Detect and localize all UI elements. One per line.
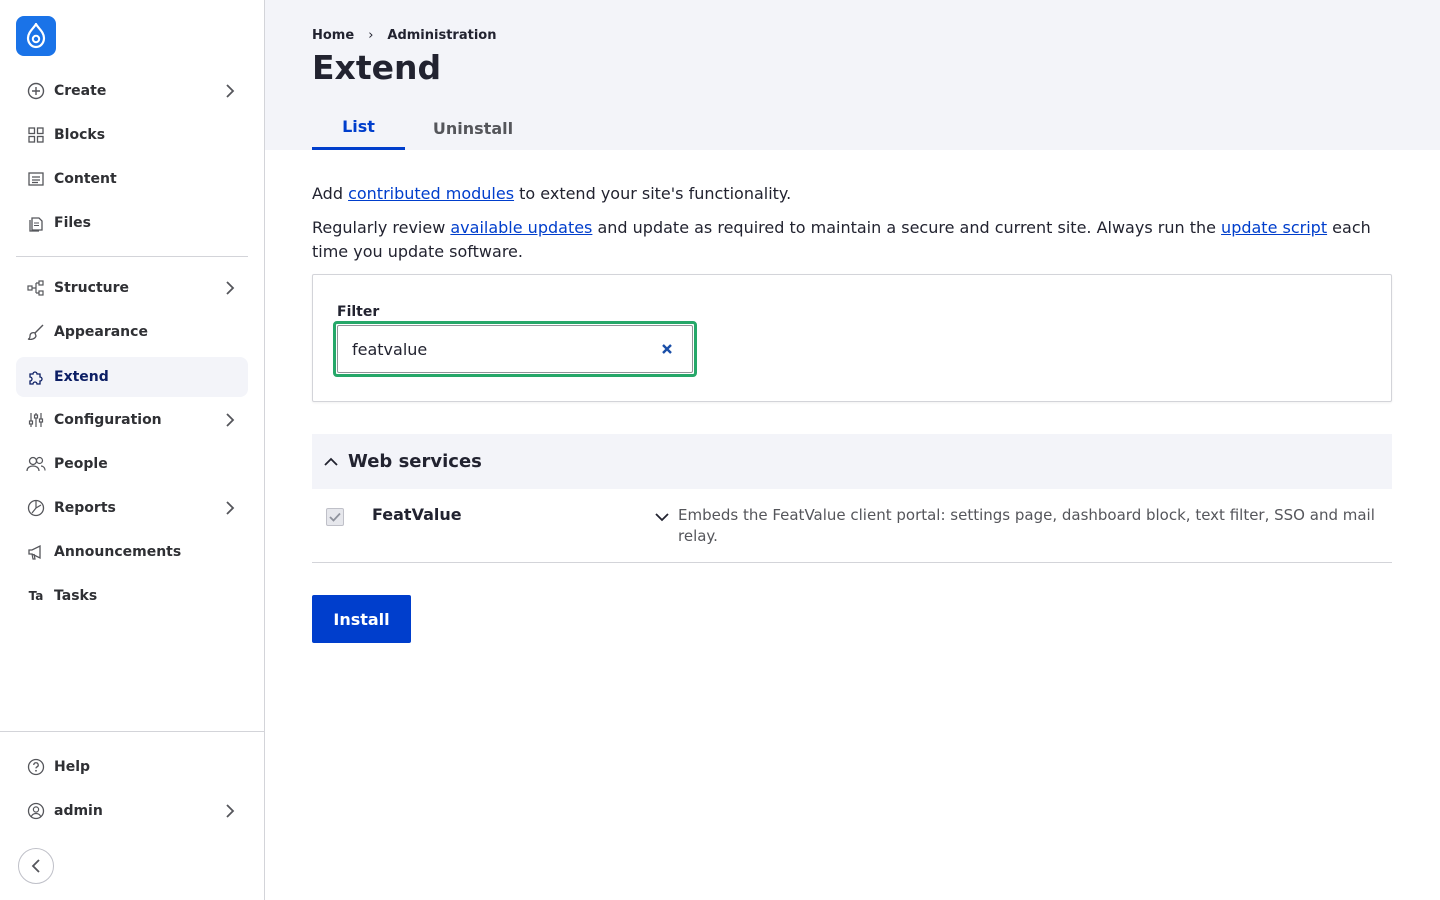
chevron-down-icon xyxy=(655,513,669,522)
available-updates-link[interactable]: available updates xyxy=(450,218,592,237)
sidebar-item-reports[interactable]: Reports xyxy=(16,488,248,528)
filter-focus-ring xyxy=(333,321,697,377)
module-checkbox[interactable] xyxy=(326,508,344,526)
sidebar-item-label: Create xyxy=(54,83,107,99)
page-title: Extend xyxy=(312,48,442,87)
close-icon xyxy=(662,344,672,354)
sidebar-item-label: Announcements xyxy=(54,544,182,560)
sidebar-divider xyxy=(16,256,248,257)
sidebar-item-configuration[interactable]: Configuration xyxy=(16,400,248,440)
breadcrumb-home[interactable]: Home xyxy=(312,28,354,43)
breadcrumb-separator: › xyxy=(368,28,374,43)
filter-label: Filter xyxy=(337,304,380,320)
chevron-right-icon xyxy=(222,500,238,516)
sidebar-item-label: Blocks xyxy=(54,127,106,143)
breadcrumb-administration[interactable]: Administration xyxy=(387,28,496,43)
drupal-logo[interactable] xyxy=(16,16,56,56)
sidebar-divider xyxy=(0,731,265,732)
checkmark-icon xyxy=(329,512,341,522)
grid-icon xyxy=(26,125,46,145)
collapse-sidebar-button[interactable] xyxy=(18,848,54,884)
breadcrumb: Home › Administration xyxy=(312,28,496,43)
sidebar: Create Blocks Content Files Structure Ap… xyxy=(0,0,265,900)
filter-input[interactable] xyxy=(337,325,693,373)
module-group-web-services: Web services FeatValue Embeds the FeatVa… xyxy=(312,434,1392,563)
sidebar-item-label: Appearance xyxy=(54,324,148,340)
sidebar-item-create[interactable]: Create xyxy=(16,71,248,111)
chart-icon xyxy=(26,498,46,518)
chevron-right-icon xyxy=(222,412,238,428)
drupal-drop-icon xyxy=(26,23,46,49)
description-toggle[interactable] xyxy=(654,509,670,525)
sidebar-item-tasks[interactable]: Ta Tasks xyxy=(16,576,248,616)
document-lines-icon xyxy=(26,169,46,189)
sidebar-item-admin[interactable]: admin xyxy=(16,791,248,831)
intro-contributed: Add contributed modules to extend your s… xyxy=(312,182,1392,206)
group-title: Web services xyxy=(348,451,482,472)
sidebar-item-content[interactable]: Content xyxy=(16,159,248,199)
intro-text: Add xyxy=(312,184,349,203)
sidebar-item-label: Help xyxy=(54,759,91,775)
page-header: Home › Administration Extend List Uninst… xyxy=(265,0,1440,150)
module-description: Embeds the FeatValue client portal: sett… xyxy=(678,506,1375,545)
clear-filter-button[interactable] xyxy=(656,338,678,360)
sidebar-item-label: Extend xyxy=(54,369,109,385)
sidebar-item-label: Structure xyxy=(54,280,130,296)
sidebar-item-people[interactable]: People xyxy=(16,444,248,484)
intro-updates: Regularly review available updates and u… xyxy=(312,216,1392,264)
sidebar-item-files[interactable]: Files xyxy=(16,203,248,243)
chevron-right-icon xyxy=(222,83,238,99)
sidebar-item-label: admin xyxy=(54,803,103,819)
sidebar-item-extend[interactable]: Extend xyxy=(16,357,248,397)
user-icon xyxy=(26,801,46,821)
people-icon xyxy=(26,454,46,474)
ta-icon: Ta xyxy=(28,589,44,603)
sidebar-item-label: Content xyxy=(54,171,117,187)
sidebar-item-announcements[interactable]: Announcements xyxy=(16,532,248,572)
sidebar-item-label: Reports xyxy=(54,500,116,516)
files-icon xyxy=(26,213,46,233)
help-icon xyxy=(26,757,46,777)
chevron-right-icon xyxy=(222,280,238,296)
intro-text: Regularly review xyxy=(312,218,451,237)
sidebar-item-label: Files xyxy=(54,215,91,231)
contributed-modules-link[interactable]: contributed modules xyxy=(348,184,514,203)
brush-icon xyxy=(26,322,46,342)
chevron-right-icon xyxy=(222,803,238,819)
intro-text: to extend your site's functionality. xyxy=(514,184,792,203)
puzzle-icon xyxy=(26,367,46,387)
chevron-left-icon xyxy=(31,859,40,873)
update-script-link[interactable]: update script xyxy=(1221,218,1327,237)
tab-list[interactable]: List xyxy=(312,106,405,150)
sidebar-item-blocks[interactable]: Blocks xyxy=(16,115,248,155)
sidebar-item-label: People xyxy=(54,456,108,472)
tab-uninstall[interactable]: Uninstall xyxy=(421,106,525,150)
megaphone-icon xyxy=(26,542,46,562)
install-button[interactable]: Install xyxy=(312,595,411,643)
module-name: FeatValue xyxy=(372,505,462,524)
sidebar-item-help[interactable]: Help xyxy=(16,747,248,787)
table-row: FeatValue Embeds the FeatValue client po… xyxy=(312,489,1392,563)
sidebar-item-label: Configuration xyxy=(54,412,162,428)
filter-panel: Filter xyxy=(312,274,1392,402)
plus-circle-icon xyxy=(26,81,46,101)
sidebar-item-structure[interactable]: Structure xyxy=(16,268,248,308)
chevron-up-icon xyxy=(324,454,340,470)
sliders-icon xyxy=(26,410,46,430)
structure-icon xyxy=(26,278,46,298)
sidebar-item-label: Tasks xyxy=(54,588,98,604)
intro-text: and update as required to maintain a sec… xyxy=(592,218,1222,237)
group-toggle[interactable]: Web services xyxy=(312,434,1392,489)
sidebar-item-appearance[interactable]: Appearance xyxy=(16,312,248,352)
